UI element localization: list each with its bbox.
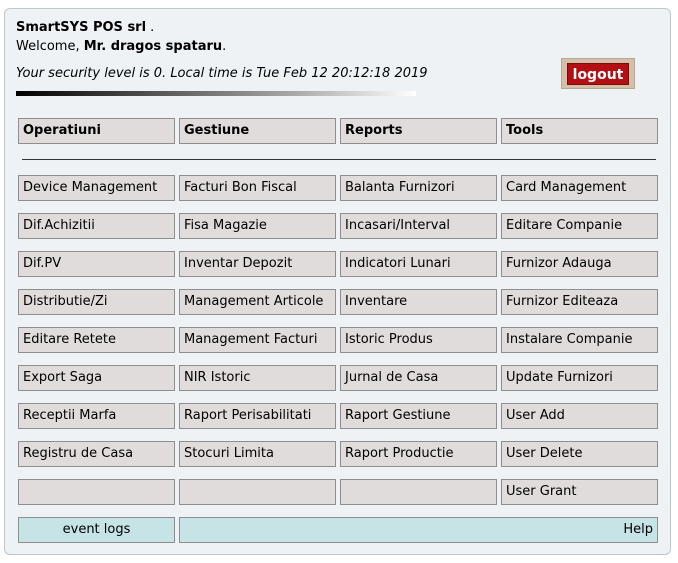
welcome-suffix: . (222, 39, 227, 54)
logout-button[interactable]: logout (567, 63, 629, 85)
menu-item-tools[interactable]: Card Management (501, 175, 658, 201)
menu-item-operatiuni[interactable]: Dif.PV (18, 251, 175, 277)
company-line: SmartSYS POS srl . (16, 20, 154, 35)
logout-frame: logout (561, 58, 635, 89)
company-suffix: . (146, 20, 155, 35)
main-panel: SmartSYS POS srl . Welcome, Mr. dragos s… (4, 8, 671, 555)
menu-item-gestiune[interactable]: Stocuri Limita (179, 441, 336, 467)
menu-item-tools[interactable]: User Delete (501, 441, 658, 467)
menu-item-gestiune[interactable]: Management Articole (179, 289, 336, 315)
column-header-tools: Tools (501, 118, 658, 144)
menu-empty-gestiune (179, 479, 336, 505)
menu-item-tools[interactable]: User Grant (501, 479, 658, 505)
menu-item-gestiune[interactable]: NIR Istoric (179, 365, 336, 391)
help-button[interactable]: Help (179, 517, 658, 543)
header-divider (22, 159, 656, 160)
menu-item-tools[interactable]: Furnizor Editeaza (501, 289, 658, 315)
menu-item-reports[interactable]: Istoric Produs (340, 327, 497, 353)
menu-item-tools[interactable]: User Add (501, 403, 658, 429)
menu-item-operatiuni[interactable]: Device Management (18, 175, 175, 201)
menu-item-reports[interactable]: Raport Gestiune (340, 403, 497, 429)
user-name: Mr. dragos spataru (83, 39, 223, 54)
event-logs-button[interactable]: event logs (18, 517, 175, 543)
header-gradient-divider (16, 91, 416, 96)
welcome-line: Welcome, Mr. dragos spataru. (16, 39, 226, 54)
menu-item-reports[interactable]: Incasari/Interval (340, 213, 497, 239)
security-info: Your security level is 0. Local time is … (16, 66, 428, 81)
menu-item-reports[interactable]: Inventare (340, 289, 497, 315)
column-header-reports: Reports (340, 118, 497, 144)
welcome-prefix: Welcome, (16, 39, 84, 54)
menu-empty-operatiuni (18, 479, 175, 505)
company-name: SmartSYS POS srl (16, 20, 147, 35)
menu-item-operatiuni[interactable]: Receptii Marfa (18, 403, 175, 429)
column-header-operatiuni: Operatiuni (18, 118, 175, 144)
menu-item-tools[interactable]: Update Furnizori (501, 365, 658, 391)
menu-item-tools[interactable]: Furnizor Adauga (501, 251, 658, 277)
menu-item-operatiuni[interactable]: Dif.Achizitii (18, 213, 175, 239)
menu-item-gestiune[interactable]: Fisa Magazie (179, 213, 336, 239)
menu-item-reports[interactable]: Indicatori Lunari (340, 251, 497, 277)
column-header-gestiune: Gestiune (179, 118, 336, 144)
menu-item-operatiuni[interactable]: Registru de Casa (18, 441, 175, 467)
menu-empty-reports (340, 479, 497, 505)
menu-item-operatiuni[interactable]: Distributie/Zi (18, 289, 175, 315)
menu-item-gestiune[interactable]: Raport Perisabilitati (179, 403, 336, 429)
menu-item-gestiune[interactable]: Facturi Bon Fiscal (179, 175, 336, 201)
menu-item-operatiuni[interactable]: Export Saga (18, 365, 175, 391)
menu-item-reports[interactable]: Balanta Furnizori (340, 175, 497, 201)
menu-item-operatiuni[interactable]: Editare Retete (18, 327, 175, 353)
menu-item-tools[interactable]: Editare Companie (501, 213, 658, 239)
menu-item-tools[interactable]: Instalare Companie (501, 327, 658, 353)
menu-item-gestiune[interactable]: Inventar Depozit (179, 251, 336, 277)
menu-item-gestiune[interactable]: Management Facturi (179, 327, 336, 353)
menu-item-reports[interactable]: Jurnal de Casa (340, 365, 497, 391)
menu-item-reports[interactable]: Raport Productie (340, 441, 497, 467)
